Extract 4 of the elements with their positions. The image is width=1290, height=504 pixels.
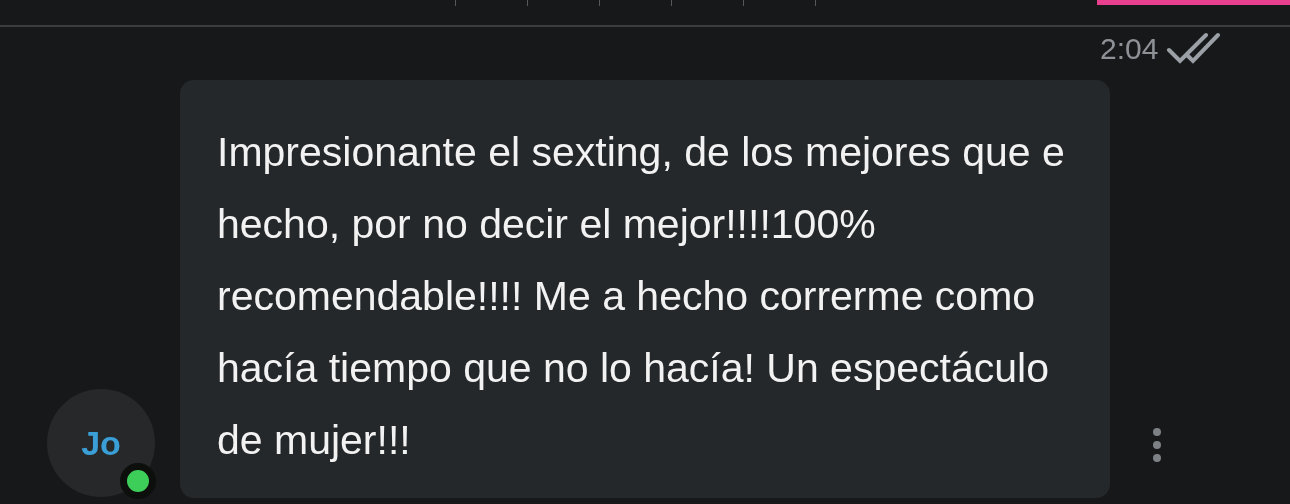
more-options-icon[interactable]: [1151, 428, 1163, 462]
avatar-initials: Jo: [81, 422, 121, 464]
message-time: 2:04: [1100, 31, 1159, 67]
message-text: Impresionante el sexting, de los mejores que e hecho, por no decir el mejor!!!!100% recomendable!!!! Me a hecho correrme como hacía tiempo que no lo hacía! Un espectáculo de mujer!!!: [217, 128, 1066, 465]
